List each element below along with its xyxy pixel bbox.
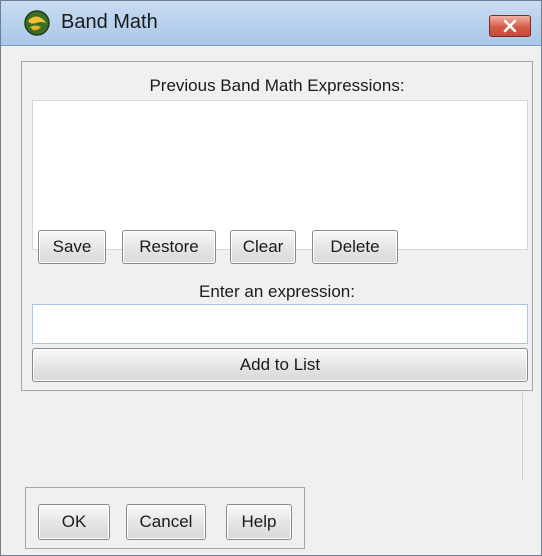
previous-expressions-label: Previous Band Math Expressions: (149, 76, 405, 95)
add-to-list-button[interactable]: Add to List (32, 348, 528, 382)
expression-history-list[interactable] (32, 100, 528, 250)
restore-button[interactable]: Restore (122, 230, 216, 264)
expressions-group: Previous Band Math Expressions: Save Res… (21, 61, 533, 391)
title-bar[interactable]: Band Math (1, 1, 541, 46)
band-math-dialog: Band Math Previous Band Math Expressions… (0, 0, 542, 556)
ok-button[interactable]: OK (38, 504, 110, 540)
close-button[interactable] (489, 15, 531, 37)
delete-button[interactable]: Delete (312, 230, 398, 264)
window-title: Band Math (61, 11, 158, 33)
dialog-buttons-group: OK Cancel Help (25, 487, 305, 549)
expression-input[interactable] (32, 304, 528, 344)
cancel-button[interactable]: Cancel (126, 504, 206, 540)
app-globe-icon (23, 9, 51, 37)
enter-expression-label: Enter an expression: (199, 282, 355, 301)
close-icon (503, 19, 517, 33)
save-button[interactable]: Save (38, 230, 106, 264)
expression-variables-panel (21, 393, 523, 481)
clear-button[interactable]: Clear (230, 230, 296, 264)
help-button[interactable]: Help (226, 504, 292, 540)
